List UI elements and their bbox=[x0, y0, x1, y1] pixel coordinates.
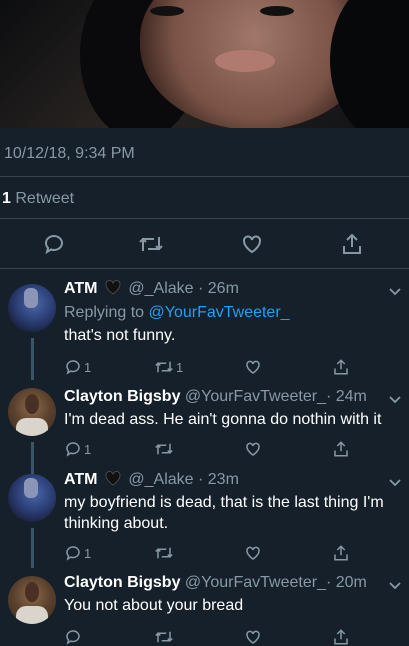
reply-count: 1 bbox=[84, 359, 92, 375]
thread-line bbox=[31, 370, 34, 380]
reply-count: 1 bbox=[84, 545, 92, 561]
thread-line bbox=[31, 528, 34, 568]
reply-button[interactable]: 1 bbox=[64, 544, 91, 562]
retweet-count: 1 bbox=[2, 190, 11, 207]
tweet-menu-button[interactable] bbox=[388, 475, 402, 493]
retweet-count-row[interactable]: 1 Retweet bbox=[2, 190, 74, 208]
like-icon bbox=[246, 630, 260, 644]
retweet-icon bbox=[155, 443, 173, 455]
tweet-header: Clayton Bigsby @YourFavTweeter_· 24m bbox=[64, 388, 367, 406]
retweet-label: Retweet bbox=[15, 190, 75, 207]
black-heart-icon bbox=[105, 471, 121, 486]
tweet-menu-button[interactable] bbox=[388, 392, 402, 410]
divider bbox=[0, 176, 409, 177]
avatar[interactable] bbox=[8, 388, 56, 436]
share-icon bbox=[343, 233, 361, 254]
retweet-icon bbox=[155, 631, 173, 643]
tweet-timestamp: 10/12/18, 9:34 PM bbox=[4, 145, 135, 162]
tweet-header: ATM @_Alake · 23m bbox=[64, 471, 239, 489]
author-handle[interactable]: @_Alake bbox=[128, 280, 193, 297]
author-handle[interactable]: @YourFavTweeter_ bbox=[185, 388, 326, 405]
share-icon bbox=[334, 629, 348, 645]
author-name[interactable]: Clayton Bigsby bbox=[64, 388, 180, 405]
share-button[interactable] bbox=[332, 358, 350, 376]
reply-icon bbox=[66, 360, 80, 375]
thread-line bbox=[31, 338, 34, 370]
like-button[interactable] bbox=[244, 440, 262, 458]
retweet-button[interactable] bbox=[154, 628, 174, 646]
divider bbox=[0, 268, 409, 269]
tweet-menu-button[interactable] bbox=[388, 284, 402, 302]
tweet-time: · 23m bbox=[198, 471, 239, 488]
retweet-button[interactable]: 1 bbox=[154, 358, 183, 376]
photo-lips bbox=[215, 50, 275, 72]
chevron-down-icon bbox=[389, 396, 401, 404]
tweet-time: · 20m bbox=[325, 574, 367, 591]
tweet-photo[interactable] bbox=[0, 0, 409, 128]
like-icon bbox=[243, 235, 261, 254]
avatar[interactable] bbox=[8, 576, 56, 624]
retweet-count: 1 bbox=[176, 359, 184, 375]
tweet-time: · 24m bbox=[325, 388, 367, 405]
share-icon bbox=[334, 441, 348, 457]
like-button[interactable] bbox=[240, 232, 264, 256]
avatar[interactable] bbox=[8, 284, 56, 332]
thread-line bbox=[31, 442, 34, 474]
reply-icon bbox=[66, 630, 80, 645]
like-icon bbox=[246, 546, 260, 560]
share-button[interactable] bbox=[332, 628, 350, 646]
reply-icon bbox=[45, 235, 63, 255]
author-handle[interactable]: @_Alake bbox=[128, 471, 193, 488]
retweet-button[interactable] bbox=[138, 232, 164, 256]
chevron-down-icon bbox=[389, 479, 401, 487]
black-heart-icon bbox=[105, 280, 121, 295]
share-icon bbox=[334, 359, 348, 375]
reply-icon bbox=[66, 442, 80, 457]
tweet-text: I'm dead ass. He ain't gonna do nothin w… bbox=[64, 411, 382, 428]
chevron-down-icon bbox=[389, 582, 401, 590]
replying-to-link[interactable]: @YourFavTweeter_ bbox=[149, 304, 290, 321]
retweet-icon bbox=[139, 237, 163, 251]
like-button[interactable] bbox=[244, 358, 262, 376]
share-icon bbox=[334, 545, 348, 561]
like-icon bbox=[246, 442, 260, 456]
replying-to: Replying to @YourFavTweeter_ bbox=[64, 302, 398, 323]
share-button[interactable] bbox=[332, 544, 350, 562]
photo-eye-right bbox=[260, 6, 294, 16]
tweet-text: You not about your bread bbox=[64, 597, 244, 614]
retweet-icon bbox=[155, 361, 173, 373]
avatar[interactable] bbox=[8, 474, 56, 522]
author-handle[interactable]: @YourFavTweeter_ bbox=[185, 574, 326, 591]
main-action-bar bbox=[0, 232, 409, 258]
reply-icon bbox=[66, 546, 80, 561]
photo-hair-right bbox=[330, 0, 409, 128]
divider bbox=[0, 218, 409, 219]
reply-button[interactable]: 1 bbox=[64, 440, 91, 458]
retweet-icon bbox=[155, 547, 173, 559]
share-button[interactable] bbox=[332, 440, 350, 458]
share-button[interactable] bbox=[340, 232, 364, 256]
tweet-text: that's not funny. bbox=[64, 327, 176, 344]
tweet-header: ATM @_Alake · 26m bbox=[64, 280, 239, 298]
tweet-header: Clayton Bigsby @YourFavTweeter_· 20m bbox=[64, 574, 367, 592]
chevron-down-icon bbox=[389, 288, 401, 296]
author-name[interactable]: ATM bbox=[64, 471, 97, 488]
author-name[interactable]: Clayton Bigsby bbox=[64, 574, 180, 591]
reply-count: 1 bbox=[84, 441, 92, 457]
reply-button[interactable] bbox=[42, 232, 66, 256]
retweet-button[interactable] bbox=[154, 544, 174, 562]
author-name[interactable]: ATM bbox=[64, 280, 97, 297]
photo-eye-left bbox=[150, 6, 184, 16]
replying-prefix: Replying to bbox=[64, 304, 145, 321]
tweet-time: · 26m bbox=[198, 280, 239, 297]
retweet-button[interactable] bbox=[154, 440, 174, 458]
like-icon bbox=[246, 360, 260, 374]
tweet-menu-button[interactable] bbox=[388, 578, 402, 596]
reply-button[interactable] bbox=[64, 628, 82, 646]
like-button[interactable] bbox=[244, 628, 262, 646]
tweet-text: my boyfriend is dead, that is the last t… bbox=[64, 494, 384, 532]
reply-button[interactable]: 1 bbox=[64, 358, 91, 376]
like-button[interactable] bbox=[244, 544, 262, 562]
